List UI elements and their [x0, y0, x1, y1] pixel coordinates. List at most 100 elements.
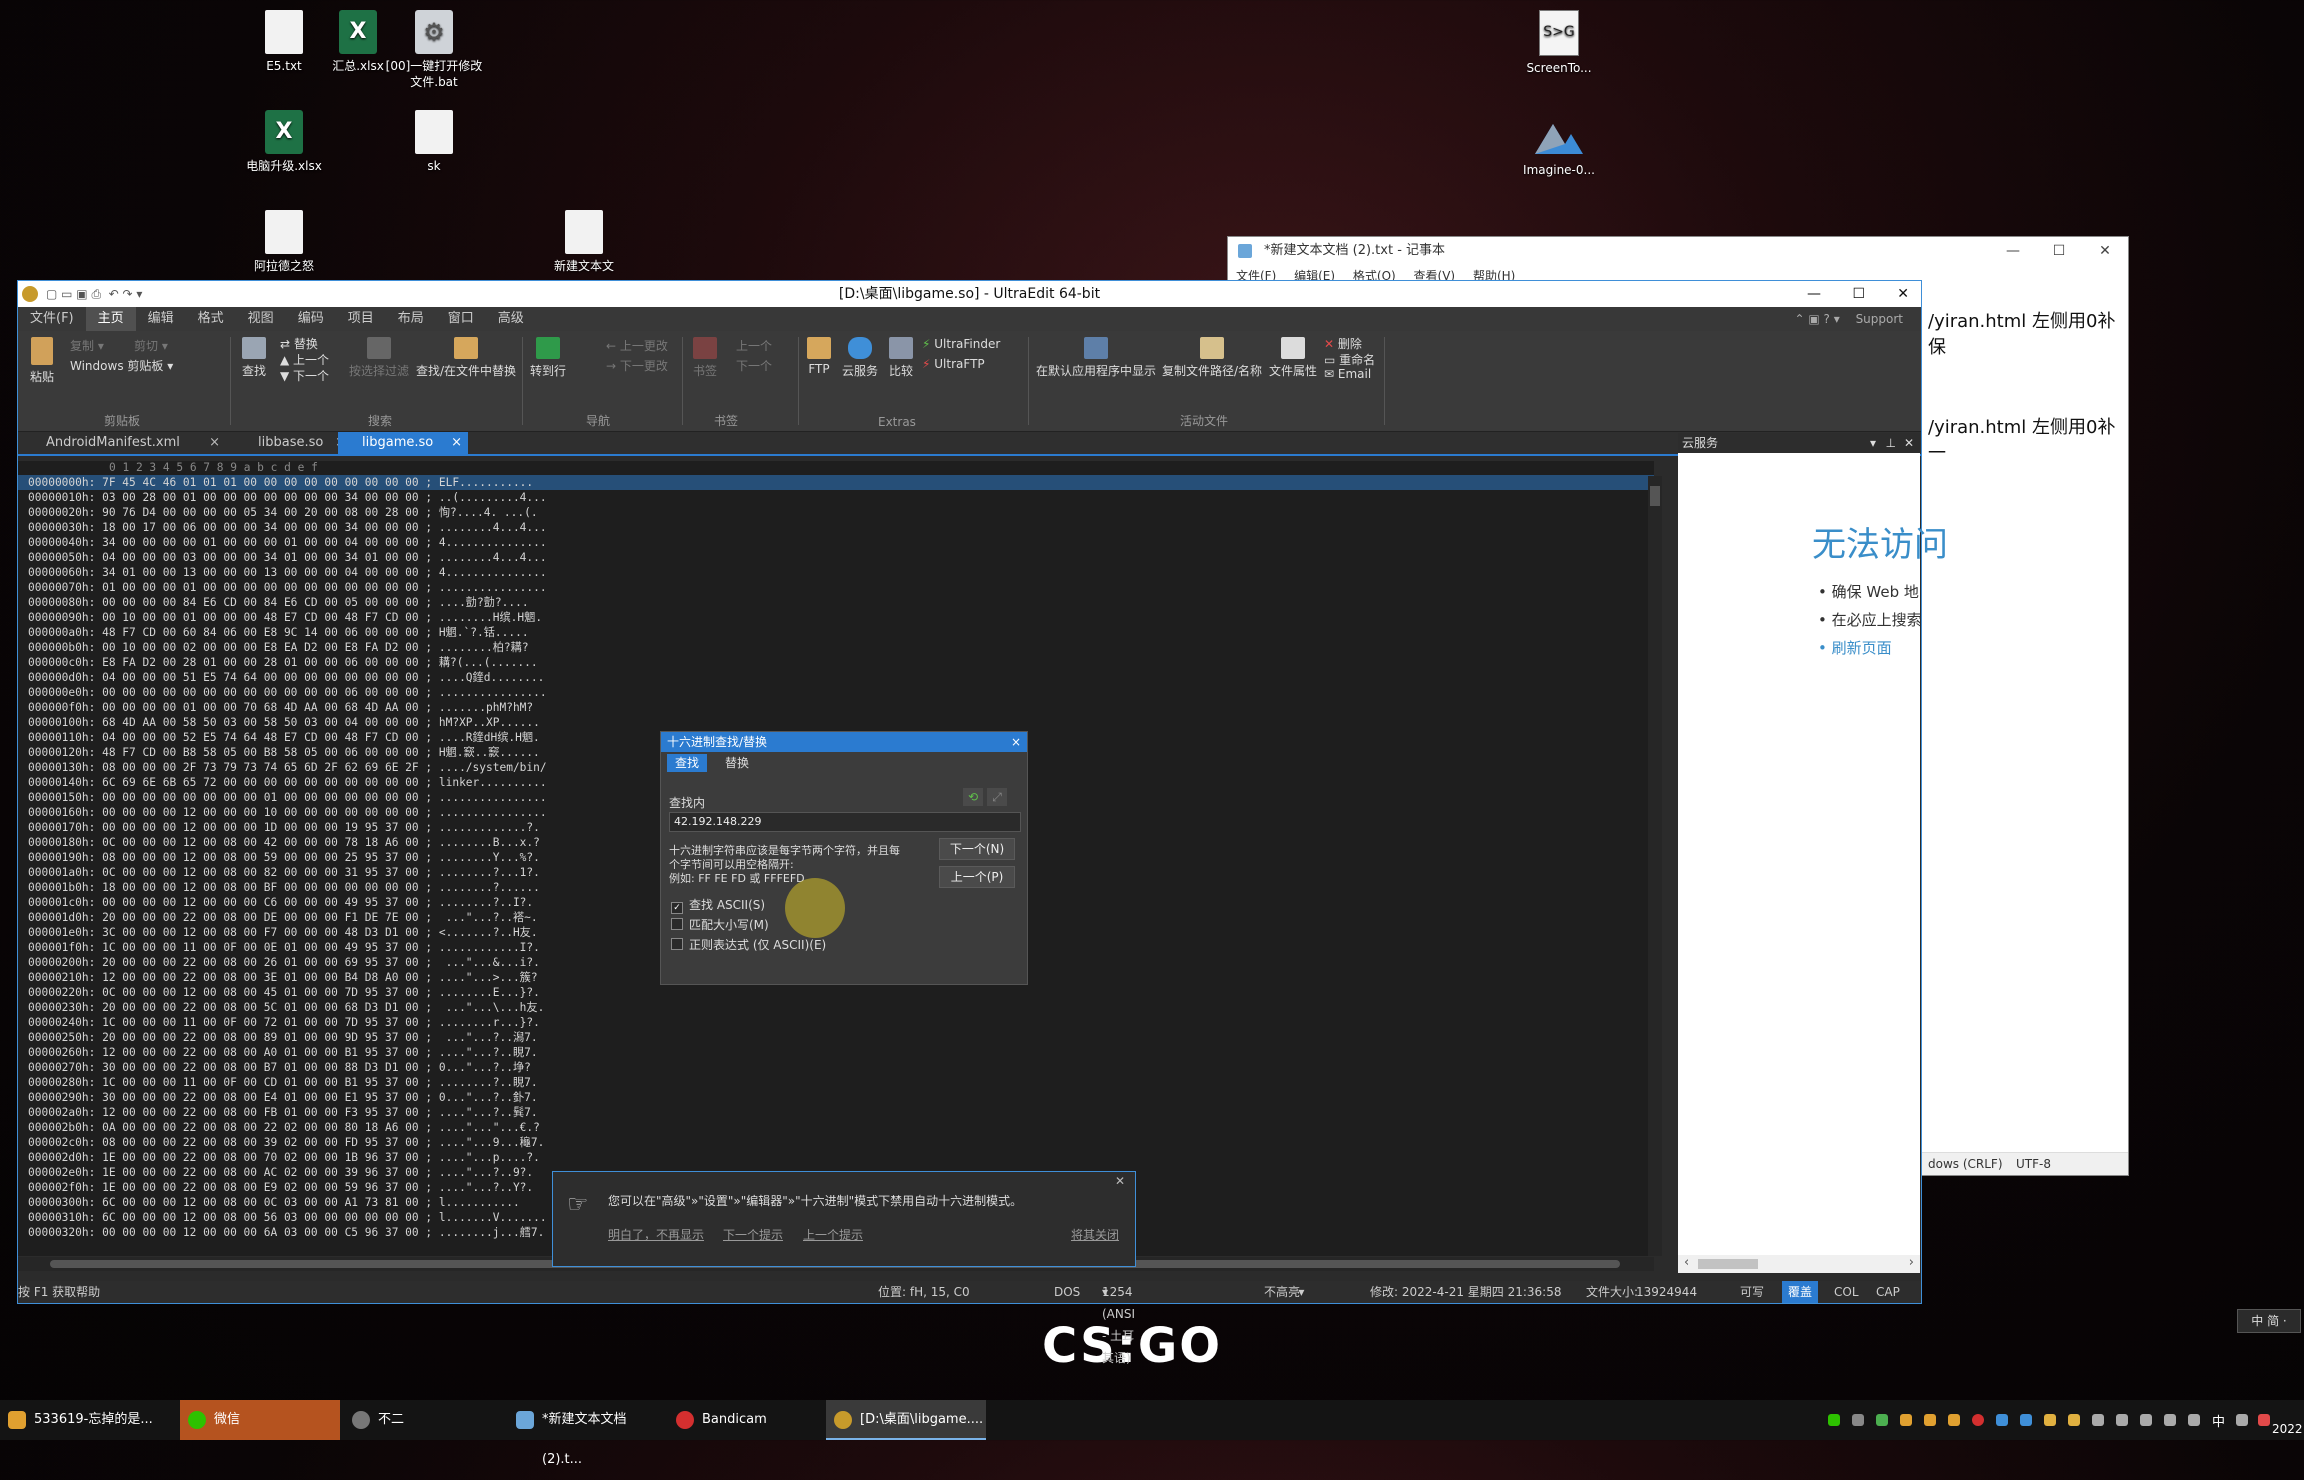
menu-encoding[interactable]: 编码 — [286, 307, 336, 331]
options-icon[interactable]: ⤢ — [987, 788, 1007, 806]
find-in-files-button[interactable]: 查找/在文件中替换 — [414, 337, 518, 379]
menu-project[interactable]: 项目 — [336, 307, 386, 331]
hex-row[interactable]: 000000f0h: 00 00 00 00 01 00 00 70 68 4D… — [18, 700, 1654, 715]
tray-icon[interactable] — [1924, 1414, 1936, 1426]
hex-row[interactable]: 00000040h: 34 00 00 00 00 01 00 00 00 01… — [18, 535, 1654, 550]
hex-row[interactable]: 00000070h: 01 00 00 00 01 00 00 00 00 00… — [18, 580, 1654, 595]
hex-row[interactable]: 00000100h: 68 4D AA 00 58 50 03 00 58 50… — [18, 715, 1654, 730]
delete-file-button[interactable]: ✕ 删除 — [1324, 335, 1362, 352]
hex-row[interactable]: 00000020h: 90 76 D4 00 00 00 00 05 34 00… — [18, 505, 1654, 520]
network-icon[interactable] — [2140, 1414, 2152, 1426]
menu-advanced[interactable]: 高级 — [486, 307, 536, 331]
desktop-icon-imagine[interactable]: Imagine-0... — [1509, 110, 1609, 178]
wechat-tray-icon[interactable] — [1828, 1414, 1840, 1426]
ultraftp-button[interactable]: ⚡ UltraFTP — [922, 357, 985, 371]
cloud-services-button[interactable]: 云服务 — [840, 337, 880, 379]
hex-row[interactable]: 000000d0h: 04 00 00 00 51 E5 74 64 00 00… — [18, 670, 1654, 685]
ime-indicator-popup[interactable]: 中 简 · — [2237, 1309, 2301, 1333]
copy-button[interactable]: 复制 ▾ — [70, 337, 104, 354]
scroll-right-icon[interactable]: › — [1909, 1255, 1914, 1270]
status-highlight[interactable]: 不高亮 ▾ — [1264, 1281, 1304, 1303]
close-tab-icon[interactable]: × — [451, 432, 462, 454]
compare-button[interactable]: 比较 — [884, 337, 918, 379]
history-icon[interactable]: ⟲ — [963, 788, 983, 806]
hex-row[interactable]: 00000220h: 0C 00 00 00 12 00 08 00 45 01… — [18, 985, 1654, 1000]
tray-icon[interactable] — [2020, 1414, 2032, 1426]
hex-row[interactable]: 000000e0h: 00 00 00 00 00 00 00 00 00 00… — [18, 685, 1654, 700]
hex-row[interactable]: 000000a0h: 48 F7 CD 00 60 84 06 00 E8 9C… — [18, 625, 1654, 640]
bookmark-prev-button[interactable]: 上一个 — [736, 337, 772, 354]
cloud-panel-scrollbar[interactable]: ‹ › — [1678, 1255, 1920, 1273]
hex-row[interactable]: 00000050h: 04 00 00 00 03 00 00 00 34 01… — [18, 550, 1654, 565]
taskbar-item-music[interactable]: 533619-忘掉的是... — [0, 1400, 168, 1440]
tab-replace[interactable]: 替换 — [717, 754, 757, 772]
find-next-button[interactable]: ▼ 下一个 — [280, 367, 329, 384]
file-properties-button[interactable]: 文件属性 — [1266, 337, 1320, 379]
tab-libgame[interactable]: libgame.so × — [338, 432, 468, 454]
hex-row[interactable]: 00000280h: 1C 00 00 00 11 00 0F 00 CD 01… — [18, 1075, 1654, 1090]
prev-tip-link[interactable]: 上一个提示 — [803, 1226, 863, 1243]
tray-icon[interactable] — [1852, 1414, 1864, 1426]
cloud-refresh-link[interactable]: • 刷新页面 — [1818, 637, 1892, 658]
regex-checkbox[interactable]: 正则表达式 (仅 ASCII)(E) — [671, 936, 826, 953]
bookmark-button[interactable]: 书签 — [690, 337, 720, 379]
rename-file-button[interactable]: ▭ 重命名 — [1324, 351, 1375, 368]
open-default-app-button[interactable]: 在默认应用程序中显示 — [1034, 337, 1158, 379]
taskbar-item-wechat[interactable]: 微信 — [180, 1400, 340, 1440]
hex-find-replace-dialog[interactable]: 十六进制查找/替换 × 查找 替换 ⟲ ⤢ 查找内 42.192.148.229… — [660, 731, 1028, 985]
filter-selection-button[interactable]: 按选择过滤 — [348, 337, 410, 379]
bookmark-next-button[interactable]: 下一个 — [736, 357, 772, 374]
scroll-thumb[interactable] — [1698, 1259, 1758, 1269]
status-overwrite[interactable]: 覆盖 — [1782, 1281, 1819, 1303]
goto-line-button[interactable]: 转到行 — [528, 337, 568, 379]
cut-button[interactable]: 剪切 ▾ — [134, 337, 168, 354]
scroll-thumb[interactable] — [1650, 486, 1660, 506]
email-file-button[interactable]: ✉ Email — [1324, 367, 1371, 381]
scroll-left-icon[interactable]: ‹ — [1684, 1255, 1689, 1270]
next-tip-link[interactable]: 下一个提示 — [723, 1226, 783, 1243]
hex-row[interactable]: 00000080h: 00 00 00 00 84 E6 CD 00 84 E6… — [18, 595, 1654, 610]
hex-row[interactable]: 000002a0h: 12 00 00 00 22 00 08 00 FB 01… — [18, 1105, 1654, 1120]
taskbar-item-buer[interactable]: 不二 — [344, 1400, 504, 1440]
menu-format[interactable]: 格式 — [186, 307, 236, 331]
next-change-button[interactable]: → 下一更改 — [606, 357, 668, 374]
desktop-icon-alade[interactable]: 阿拉德之怒 — [234, 210, 334, 274]
support-link[interactable]: ⌃ ▣ ? ▾ Support — [1795, 307, 1915, 331]
folder-tray-icon[interactable] — [2044, 1414, 2056, 1426]
taskbar-item-bandicam[interactable]: Bandicam — [668, 1400, 828, 1440]
close-tip-link[interactable]: 将其关闭 — [1071, 1226, 1119, 1243]
find-input[interactable]: 42.192.148.229 — [669, 812, 1021, 832]
tab-libbase[interactable]: libbase.so × — [232, 432, 352, 454]
menu-home[interactable]: 主页 — [85, 307, 136, 331]
tray-icon[interactable] — [2164, 1414, 2176, 1426]
status-eol[interactable]: DOS — [1054, 1281, 1080, 1303]
menu-file[interactable]: 文件(F) — [18, 307, 86, 331]
taskbar-item-ultraedit[interactable]: [D:\桌面\libgame.... — [826, 1400, 986, 1440]
close-button[interactable]: ✕ — [2082, 237, 2128, 265]
status-rw[interactable]: 可写 — [1740, 1281, 1764, 1303]
hex-row[interactable]: 00000230h: 20 00 00 00 22 00 08 00 5C 01… — [18, 1000, 1654, 1015]
find-ascii-checkbox[interactable]: ✓ 查找 ASCII(S) — [671, 896, 765, 914]
tray-icon[interactable] — [1996, 1414, 2008, 1426]
hex-row[interactable]: 000002c0h: 08 00 00 00 22 00 08 00 39 02… — [18, 1135, 1654, 1150]
microphone-icon[interactable] — [2092, 1414, 2104, 1426]
hex-row[interactable]: 000002b0h: 0A 00 00 00 22 00 08 00 22 02… — [18, 1120, 1654, 1135]
close-button[interactable]: ✕ — [1897, 281, 1909, 307]
status-encoding[interactable]: 1254 (ANSI - 土耳其语) ▾ — [1102, 1281, 1135, 1365]
close-panel-icon[interactable]: ✕ — [1904, 433, 1914, 453]
tray-icon[interactable] — [1876, 1414, 1888, 1426]
paste-button[interactable]: 粘贴 — [24, 337, 60, 385]
desktop-icon-screentogif[interactable]: S>G ScreenTo... — [1509, 10, 1609, 76]
hex-row[interactable]: 000000b0h: 00 10 00 00 02 00 00 00 E8 EA… — [18, 640, 1654, 655]
match-case-checkbox[interactable]: 匹配大小写(M) — [671, 916, 769, 933]
tab-androidmanifest[interactable]: AndroidManifest.xml × — [26, 432, 226, 454]
find-prev-button[interactable]: 上一个(P) — [939, 866, 1015, 888]
tray-icon[interactable] — [2068, 1414, 2080, 1426]
hex-row[interactable]: 00000290h: 30 00 00 00 22 00 08 00 E4 01… — [18, 1090, 1654, 1105]
tray-icon[interactable] — [1948, 1414, 1960, 1426]
volume-icon[interactable] — [2188, 1414, 2200, 1426]
record-tray-icon[interactable] — [1972, 1414, 1984, 1426]
clipboard-select[interactable]: Windows 剪贴板 ▾ — [70, 357, 220, 374]
tab-find[interactable]: 查找 — [667, 754, 708, 772]
hex-row[interactable]: 00000030h: 18 00 17 00 06 00 00 00 34 00… — [18, 520, 1654, 535]
